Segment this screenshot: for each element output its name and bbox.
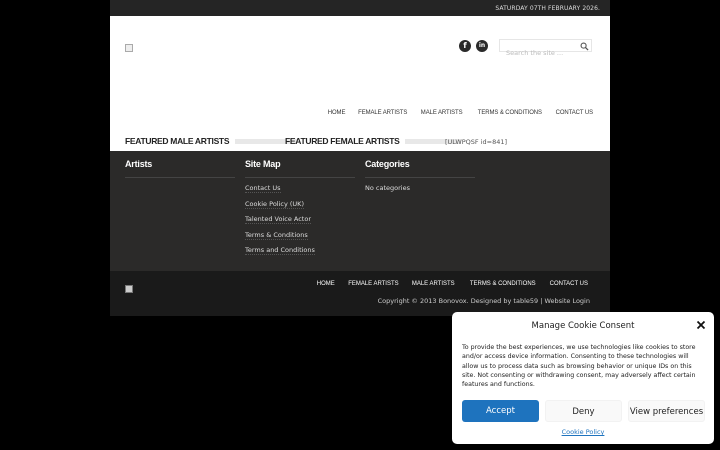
sitemap-link-voice-actor[interactable]: Talented Voice Actor: [245, 215, 312, 224]
site-logo[interactable]: [125, 44, 133, 52]
facebook-icon[interactable]: f: [459, 40, 471, 52]
nav-home[interactable]: HOME: [328, 109, 346, 116]
shortcode-text: [ULWPQSF id=841]: [445, 138, 508, 146]
view-preferences-button[interactable]: View preferences: [628, 400, 705, 422]
footer-nav-female-artists[interactable]: FEMALE ARTISTS: [348, 280, 398, 287]
footer-sitemap-title: Site Map: [245, 159, 355, 178]
featured-male-section: FEATURED MALE ARTISTS: [125, 136, 298, 146]
featured-male-title: FEATURED MALE ARTISTS: [125, 136, 230, 146]
list-item: Terms & Conditions: [245, 230, 355, 247]
cookie-policy-wrap: Cookie Policy: [452, 428, 714, 436]
categories-empty: No categories: [365, 184, 410, 192]
sitemap-link-contact[interactable]: Contact Us: [245, 184, 281, 193]
footer-nav-male-artists[interactable]: MALE ARTISTS: [412, 280, 455, 287]
footer-categories-title: Categories: [365, 159, 475, 178]
cookie-consent-dialog: Manage Cookie Consent To provide the bes…: [452, 312, 714, 444]
search-icon[interactable]: [580, 42, 589, 51]
nav-contact-us[interactable]: CONTACT US: [556, 109, 593, 116]
footer-nav-home[interactable]: HOME: [317, 280, 335, 287]
accept-button[interactable]: Accept: [462, 400, 539, 422]
nav-terms-conditions[interactable]: TERMS & CONDITIONS: [477, 109, 541, 116]
cookie-description: To provide the best experiences, we use …: [462, 344, 696, 389]
list-item: Talented Voice Actor: [245, 215, 355, 231]
featured-female-section: FEATURED FEMALE ARTISTS: [285, 136, 462, 146]
sitemap-link-terms-2[interactable]: Terms and Conditions: [245, 246, 315, 255]
footer-artists: Artists: [125, 159, 235, 178]
footer-categories: Categories No categories: [365, 159, 475, 200]
site-footer: Artists Site Map Contact Us Cookie Polic…: [110, 151, 610, 271]
top-bar: SATURDAY 07TH FEBRUARY 2026.: [110, 0, 610, 16]
sitemap-link-terms[interactable]: Terms & Conditions: [245, 230, 308, 240]
cookie-title: Manage Cookie Consent: [531, 321, 635, 331]
footer-artists-title: Artists: [125, 159, 235, 178]
footer-nav: HOME FEMALE ARTISTS MALE ARTISTS TERMS &…: [316, 280, 590, 287]
site-header: f in HOME FEMALE ARTISTS MALE ARTISTS TE…: [110, 16, 610, 151]
featured-female-title: FEATURED FEMALE ARTISTS: [285, 136, 400, 146]
main-nav: HOME FEMALE ARTISTS MALE ARTISTS TERMS &…: [327, 109, 595, 116]
list-item: Contact Us: [245, 184, 355, 200]
sitemap-link-cookie-policy[interactable]: Cookie Policy (UK): [245, 199, 304, 209]
copyright-text: Copyright © 2013 Bonovox. Designed by ta…: [377, 297, 590, 305]
cookie-policy-link[interactable]: Cookie Policy: [562, 428, 605, 436]
current-date: SATURDAY 07TH FEBRUARY 2026.: [495, 5, 600, 12]
bottom-bar: HOME FEMALE ARTISTS MALE ARTISTS TERMS &…: [110, 271, 610, 316]
linkedin-icon[interactable]: in: [476, 40, 488, 52]
list-item: Cookie Policy (UK): [245, 199, 355, 216]
search-box: [499, 39, 592, 59]
close-icon[interactable]: [696, 320, 706, 330]
list-item: Terms and Conditions: [245, 246, 355, 262]
page-wrapper: SATURDAY 07TH FEBRUARY 2026. f in HOME F…: [110, 0, 610, 316]
footer-sitemap: Site Map Contact Us Cookie Policy (UK) T…: [245, 159, 355, 262]
search-input[interactable]: [500, 47, 578, 59]
nav-female-artists[interactable]: FEMALE ARTISTS: [358, 109, 407, 116]
nav-male-artists[interactable]: MALE ARTISTS: [421, 109, 463, 116]
deny-button[interactable]: Deny: [545, 400, 622, 422]
footer-logo[interactable]: [125, 285, 133, 293]
footer-nav-contact[interactable]: CONTACT US: [550, 280, 588, 287]
footer-nav-terms[interactable]: TERMS & CONDITIONS: [470, 280, 536, 287]
